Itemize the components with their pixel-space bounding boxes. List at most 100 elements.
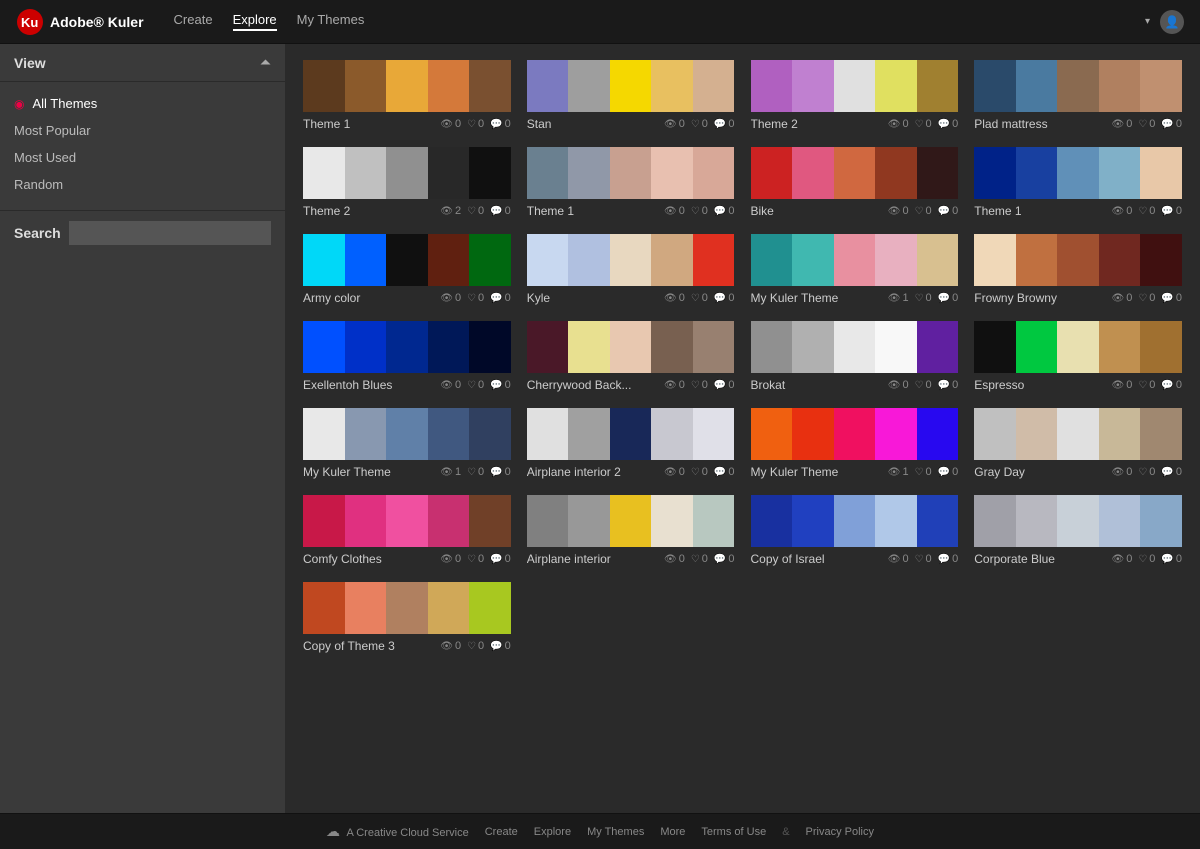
theme-info: Airplane interior 2👁 0♡ 0💬 0	[527, 465, 735, 479]
comment-icon: 💬	[1161, 467, 1173, 478]
footer-explore[interactable]: Explore	[534, 826, 571, 838]
sidebar-item-most-used[interactable]: Most Used	[0, 144, 285, 171]
footer-create[interactable]: Create	[485, 826, 518, 838]
swatch	[386, 321, 428, 373]
swatch	[303, 582, 345, 634]
swatch	[751, 147, 793, 199]
theme-card[interactable]: Theme 1👁 0♡ 0💬 0	[519, 141, 743, 228]
avatar[interactable]: 👤	[1160, 10, 1184, 34]
theme-card[interactable]: My Kuler Theme👁 1♡ 0💬 0	[743, 402, 967, 489]
footer-ampersand: &	[782, 826, 789, 838]
swatch	[651, 321, 693, 373]
theme-card[interactable]: Exellentoh Blues👁 0♡ 0💬 0	[295, 315, 519, 402]
swatch	[792, 234, 834, 286]
eye-icon: 👁	[888, 554, 901, 565]
swatch	[469, 495, 511, 547]
swatch	[834, 234, 876, 286]
theme-card[interactable]: My Kuler Theme👁 1♡ 0💬 0	[743, 228, 967, 315]
sidebar-header: View ⏶	[0, 44, 285, 82]
heart-icon: ♡	[467, 641, 476, 652]
like-stat: ♡ 0	[915, 466, 932, 478]
swatch	[568, 234, 610, 286]
heart-icon: ♡	[915, 380, 924, 391]
heart-icon: ♡	[1138, 206, 1147, 217]
heart-icon: ♡	[691, 554, 700, 565]
theme-card[interactable]: Comfy Clothes👁 0♡ 0💬 0	[295, 489, 519, 576]
like-stat: ♡ 0	[467, 205, 484, 217]
nav-dropdown-icon[interactable]: ▾	[1145, 16, 1150, 27]
like-stat: ♡ 0	[691, 553, 708, 565]
theme-card[interactable]: Airplane interior👁 0♡ 0💬 0	[519, 489, 743, 576]
theme-card[interactable]: Espresso👁 0♡ 0💬 0	[966, 315, 1190, 402]
theme-card[interactable]: Brokat👁 0♡ 0💬 0	[743, 315, 967, 402]
nav-explore[interactable]: Explore	[233, 12, 277, 31]
theme-info: Theme 1👁 0♡ 0💬 0	[303, 117, 511, 131]
theme-card[interactable]: Corporate Blue👁 0♡ 0💬 0	[966, 489, 1190, 576]
swatch	[527, 60, 569, 112]
nav-create[interactable]: Create	[174, 12, 213, 31]
theme-card[interactable]: Frowny Browny👁 0♡ 0💬 0	[966, 228, 1190, 315]
swatch	[1057, 408, 1099, 460]
theme-stats: 👁 2♡ 0💬 0	[440, 205, 511, 217]
swatch	[386, 147, 428, 199]
swatch	[568, 147, 610, 199]
footer-terms[interactable]: Terms of Use	[701, 826, 766, 838]
theme-card[interactable]: Copy of Israel👁 0♡ 0💬 0	[743, 489, 967, 576]
theme-card[interactable]: Gray Day👁 0♡ 0💬 0	[966, 402, 1190, 489]
theme-card[interactable]: Cherrywood Back...👁 0♡ 0💬 0	[519, 315, 743, 402]
theme-card[interactable]: Stan👁 0♡ 0💬 0	[519, 54, 743, 141]
theme-card[interactable]: Army color👁 0♡ 0💬 0	[295, 228, 519, 315]
theme-card[interactable]: Theme 1👁 0♡ 0💬 0	[295, 54, 519, 141]
sidebar-item-all-themes[interactable]: ◉ All Themes	[0, 90, 285, 117]
themes-grid: Theme 1👁 0♡ 0💬 0Stan👁 0♡ 0💬 0Theme 2👁 0♡…	[285, 44, 1200, 813]
theme-card[interactable]: Theme 1👁 0♡ 0💬 0	[966, 141, 1190, 228]
swatch	[610, 495, 652, 547]
all-themes-icon: ◉	[14, 97, 24, 111]
swatch	[1016, 60, 1058, 112]
sidebar-item-label-popular: Most Popular	[14, 123, 91, 138]
sidebar-item-random[interactable]: Random	[0, 171, 285, 198]
theme-card[interactable]: Kyle👁 0♡ 0💬 0	[519, 228, 743, 315]
like-stat: ♡ 0	[915, 292, 932, 304]
comment-icon: 💬	[714, 554, 726, 565]
theme-name: Corporate Blue	[974, 552, 1111, 566]
swatch	[568, 60, 610, 112]
nav-right: ▾ 👤	[1145, 10, 1184, 34]
comment-icon: 💬	[714, 206, 726, 217]
comment-icon: 💬	[714, 293, 726, 304]
comment-icon: 💬	[938, 206, 950, 217]
nav-mythemes[interactable]: My Themes	[297, 12, 365, 31]
sidebar-item-most-popular[interactable]: Most Popular	[0, 117, 285, 144]
theme-name: Stan	[527, 117, 664, 131]
footer-mythemes[interactable]: My Themes	[587, 826, 644, 838]
swatch	[834, 495, 876, 547]
theme-card[interactable]: Theme 2👁 0♡ 0💬 0	[743, 54, 967, 141]
footer-more[interactable]: More	[660, 826, 685, 838]
swatch	[792, 495, 834, 547]
theme-name: My Kuler Theme	[303, 465, 440, 479]
swatch	[527, 147, 569, 199]
swatch	[469, 147, 511, 199]
eye-icon: 👁	[664, 467, 677, 478]
eye-icon: 👁	[888, 293, 901, 304]
sidebar-search: Search	[0, 210, 285, 255]
comment-stat: 💬 0	[1161, 553, 1182, 565]
swatch	[1140, 147, 1182, 199]
footer-privacy[interactable]: Privacy Policy	[806, 826, 874, 838]
theme-name: Airplane interior	[527, 552, 664, 566]
comment-stat: 💬 0	[1161, 379, 1182, 391]
theme-card[interactable]: Plad mattress👁 0♡ 0💬 0	[966, 54, 1190, 141]
theme-card[interactable]: Airplane interior 2👁 0♡ 0💬 0	[519, 402, 743, 489]
theme-card[interactable]: Theme 2👁 2♡ 0💬 0	[295, 141, 519, 228]
theme-swatches	[751, 408, 959, 460]
theme-card[interactable]: My Kuler Theme👁 1♡ 0💬 0	[295, 402, 519, 489]
swatch	[610, 60, 652, 112]
swatch	[428, 234, 470, 286]
theme-card[interactable]: Bike👁 0♡ 0💬 0	[743, 141, 967, 228]
search-input[interactable]	[69, 221, 271, 245]
theme-card[interactable]: Copy of Theme 3👁 0♡ 0💬 0	[295, 576, 519, 663]
sidebar-collapse-icon[interactable]: ⏶	[260, 54, 271, 71]
theme-stats: 👁 0♡ 0💬 0	[664, 379, 735, 391]
theme-stats: 👁 0♡ 0💬 0	[888, 379, 959, 391]
swatch	[610, 234, 652, 286]
